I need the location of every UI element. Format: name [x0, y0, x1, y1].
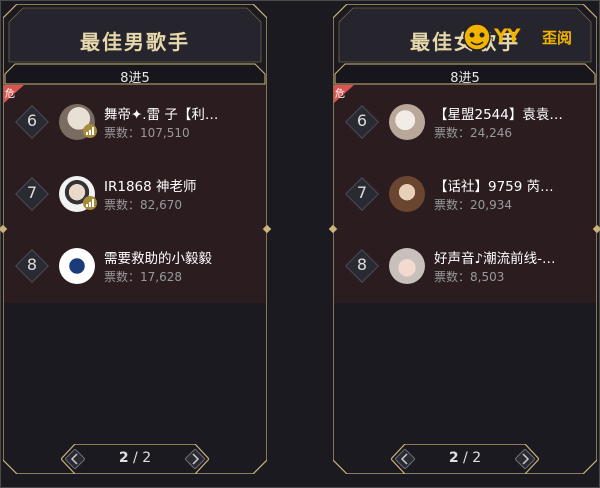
contestant-row[interactable]: 8 需要救助的小毅毅 票数：17,628 — [4, 245, 266, 305]
vote-count: 票数：8,503 — [434, 270, 505, 284]
brand-product-text: 歪阅 — [542, 29, 573, 47]
contestant-name[interactable]: 需要救助的小毅毅 — [104, 247, 254, 267]
contestant-name[interactable]: 【星盟2544】袁袁… — [434, 103, 584, 123]
brand-logo-text: YY — [494, 25, 521, 47]
next-page-icon[interactable] — [185, 449, 205, 469]
contestant-name[interactable]: IR1868 神老师 — [104, 175, 254, 195]
rank-number: 6 — [356, 111, 368, 130]
contestant-name[interactable]: 好声音♪潮流前线-… — [434, 247, 584, 267]
rank-number: 6 — [26, 111, 38, 130]
elimination-zone: 危 6 舞帝✦.雷 子【利… 票数：107,510 7 IR1868 神老师 票… — [4, 85, 266, 303]
best-female-singer-panel: 最佳女歌手 8进5 危 6 【星盟2544】袁袁… 票数：24,246 7 【话… — [328, 4, 600, 474]
avatar[interactable] — [389, 248, 425, 284]
vote-count: 票数：17,628 — [104, 270, 182, 284]
level-badge-icon — [83, 124, 97, 138]
rank-number: 8 — [356, 255, 368, 274]
pager: 2 / 2 — [61, 444, 209, 474]
vote-count: 票数：82,670 — [104, 198, 182, 212]
vote-count: 票数：24,246 — [434, 126, 512, 140]
round-label: 8进5 — [120, 71, 150, 86]
contestant-name[interactable]: 舞帝✦.雷 子【利… — [104, 103, 254, 123]
pager: 2 / 2 — [391, 444, 539, 474]
rank-number: 8 — [26, 255, 38, 274]
elimination-zone: 危 6 【星盟2544】袁袁… 票数：24,246 7 【话社】9759 芮… … — [334, 85, 596, 303]
contestant-row[interactable]: 7 IR1868 神老师 票数：82,670 — [4, 173, 266, 233]
best-male-singer-panel: 最佳男歌手 8进5 危 6 舞帝✦.雷 子【利… 票数：107,510 7 IR… — [0, 4, 272, 474]
contestant-row[interactable]: 6 【星盟2544】袁袁… 票数：24,246 — [334, 101, 596, 161]
round-label: 8进5 — [450, 71, 480, 86]
avatar[interactable] — [389, 104, 425, 140]
yy-brand-watermark: YY 歪阅 — [462, 20, 582, 54]
next-page-icon[interactable] — [515, 449, 535, 469]
contestant-row[interactable]: 7 【话社】9759 芮… 票数：20,934 — [334, 173, 596, 233]
contestant-row[interactable]: 6 舞帝✦.雷 子【利… 票数：107,510 — [4, 101, 266, 161]
panel-title: 最佳男歌手 — [80, 30, 190, 54]
rank-number: 7 — [26, 183, 38, 202]
avatar[interactable] — [389, 176, 425, 212]
avatar[interactable] — [59, 248, 95, 284]
rank-number: 7 — [356, 183, 368, 202]
contestant-name[interactable]: 【话社】9759 芮… — [434, 175, 584, 195]
vote-count: 票数：20,934 — [434, 198, 512, 212]
contestant-row[interactable]: 8 好声音♪潮流前线-… 票数：8,503 — [334, 245, 596, 305]
vote-count: 票数：107,510 — [104, 126, 190, 140]
yy-mascot-icon — [463, 23, 491, 51]
level-badge-icon — [83, 196, 97, 210]
